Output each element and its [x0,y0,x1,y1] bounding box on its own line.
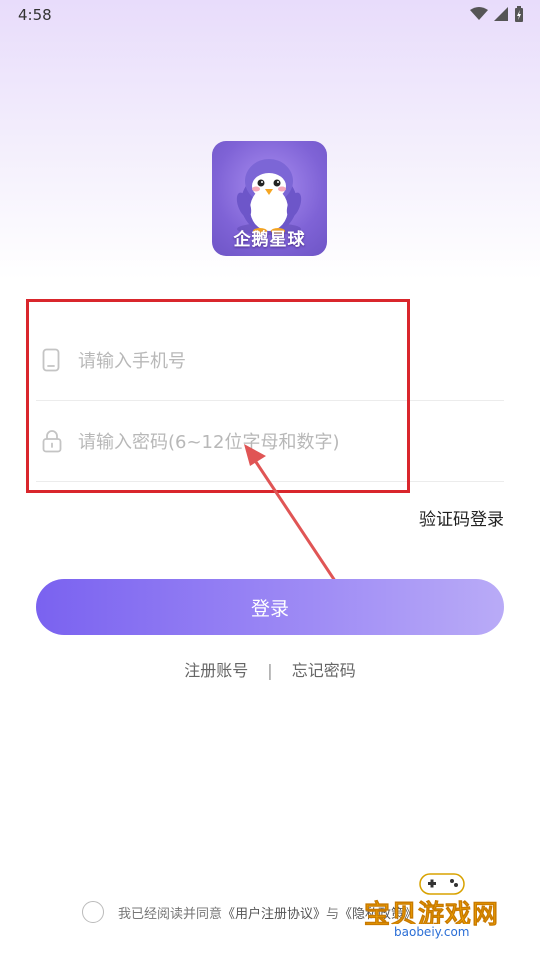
logo-text: 企鹅星球 [233,230,306,250]
annotation-highlight-box [26,299,410,493]
login-button[interactable]: 登录 [36,579,504,635]
battery-charging-icon [515,6,523,22]
wifi-icon [470,7,488,20]
agreement-and: 与 [326,906,340,922]
sms-login-link[interactable]: 验证码登录 [419,505,504,530]
status-time: 4:58 [18,6,52,24]
register-link[interactable]: 注册账号 [184,657,248,681]
site-watermark: 宝贝游戏网 baobeiy.com [364,866,524,946]
user-agreement-link[interactable]: 《用户注册协议》 [222,903,326,922]
status-icons [470,6,524,22]
status-bar: 4:58 [0,0,540,30]
forgot-password-link[interactable]: 忘记密码 [292,657,356,681]
cellular-signal-icon [494,7,508,21]
app-logo: 企鹅星球 [212,141,327,256]
links-separator: | [267,661,273,680]
account-links: 注册账号 | 忘记密码 [0,657,540,681]
watermark-url: baobeiy.com [386,924,478,940]
agreement-checkbox[interactable] [82,901,104,923]
agreement-prefix: 我已经阅读并同意 [118,906,223,922]
